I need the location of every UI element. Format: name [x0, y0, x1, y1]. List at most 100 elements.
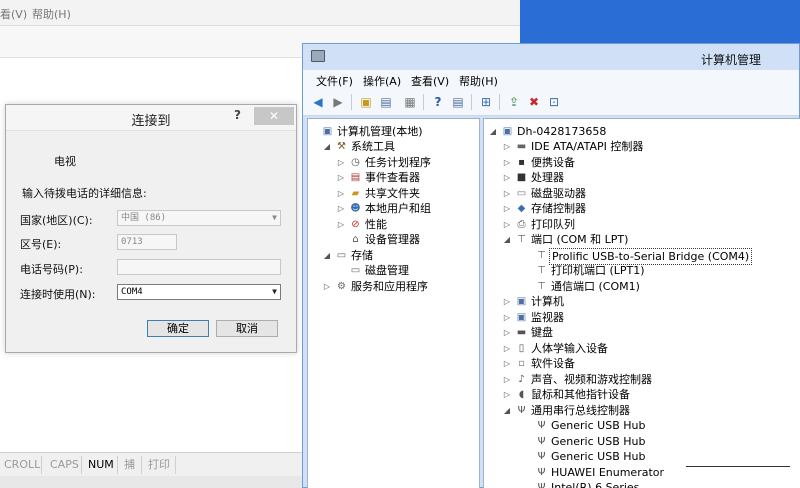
users-icon: ☻ [350, 203, 361, 214]
disk-icon: ▭ [350, 265, 361, 276]
keyboard-icon: ▬ [516, 327, 527, 338]
help-icon[interactable]: ? [429, 93, 447, 111]
usb-icon: Ψ [517, 405, 526, 416]
properties-icon[interactable]: ▦ [401, 93, 419, 111]
usb-icon: Ψ [537, 436, 546, 447]
up-folder-icon[interactable]: ▣ [357, 93, 375, 111]
menubar: 看(V) 帮助(H) [0, 0, 520, 26]
enable-device-icon[interactable]: ⊡ [545, 93, 563, 111]
port-icon: ⊤ [517, 234, 526, 245]
show-tree-icon[interactable]: ▤ [377, 93, 395, 111]
collapse-icon[interactable]: ◢ [322, 139, 332, 154]
collapse-icon[interactable]: ◢ [502, 232, 512, 247]
update-driver-icon[interactable]: ⇪ [505, 93, 523, 111]
expand-icon[interactable]: ▷ [336, 186, 346, 201]
country-select[interactable]: 中国 (86) ▼ [117, 210, 281, 226]
port-icon: ⊤ [537, 250, 546, 261]
close-button[interactable]: ✕ [254, 107, 294, 125]
expand-icon[interactable]: ▷ [502, 217, 512, 232]
area-code-value: 0713 [121, 237, 143, 247]
collapse-icon[interactable]: ◢ [502, 403, 512, 418]
port-icon: ⊤ [537, 281, 546, 292]
expand-icon[interactable]: ▷ [502, 186, 512, 201]
device-tree-pane: ◢ ▣ Dh-0428173658 ▷ ▬ IDE ATA/ATAPI 控制器 … [483, 118, 800, 488]
services-icon: ⚙ [337, 281, 346, 292]
expand-icon[interactable]: ▷ [336, 217, 346, 232]
status-num: NUM [84, 456, 118, 474]
expand-icon[interactable]: ▷ [322, 279, 332, 294]
status-capture: 捕 [120, 456, 142, 474]
toolbar-separator [351, 94, 352, 110]
collapse-icon[interactable]: ◢ [488, 124, 498, 139]
console-tree-icon[interactable]: ▤ [449, 93, 467, 111]
connect-using-select[interactable]: COM4 ▼ [117, 284, 281, 300]
expand-icon[interactable]: ▷ [502, 372, 512, 387]
cm-toolbar: ◀ ▶ ▣ ▤ ▦ ? ▤ ⊞ ⇪ ✖ ⊡ [303, 90, 799, 116]
expand-icon[interactable]: ▷ [502, 356, 512, 371]
status-scroll: CROLL [0, 456, 42, 474]
area-code-field[interactable]: 0713 [117, 234, 177, 250]
expand-icon[interactable]: ▷ [336, 201, 346, 216]
country-label: 国家(地区)(C): [20, 214, 93, 227]
expand-icon[interactable]: ▷ [502, 294, 512, 309]
software-icon: ▫ [518, 358, 525, 369]
console-tree-pane: ▣ 计算机管理(本地) ◢ ⚒ 系统工具 ▷ ◷ 任务计划程序 ▷ ▤ 事件查看… [307, 118, 480, 488]
status-caps: CAPS [46, 456, 82, 474]
tools-icon: ⚒ [337, 141, 346, 152]
collapse-icon[interactable]: ◢ [322, 248, 332, 263]
event-viewer-icon: ▤ [350, 172, 361, 183]
clock-icon: ◷ [351, 157, 360, 168]
ok-button[interactable]: 确定 [147, 320, 209, 337]
area-code-label: 区号(E): [20, 238, 62, 251]
expand-icon[interactable]: ▷ [502, 387, 512, 402]
watermark-line [686, 466, 790, 467]
toolbar-separator [471, 94, 472, 110]
shared-folder-icon: ▰ [351, 188, 360, 199]
status-print: 打印 [144, 456, 176, 474]
expand-icon[interactable]: ▷ [502, 201, 512, 216]
usb-icon: Ψ [537, 451, 546, 462]
uninstall-icon[interactable]: ✖ [525, 93, 543, 111]
cpu-icon: ■ [516, 172, 527, 183]
computer-management-window: 计算机管理 文件(F) 操作(A) 查看(V) 帮助(H) ◀ ▶ ▣ ▤ ▦ … [302, 43, 800, 488]
connect-dialog: 连接到 ? ✕ 电视 输入待拨电话的详细信息: 国家(地区)(C): 中国 (8… [5, 104, 297, 353]
expand-icon[interactable]: ▷ [502, 341, 512, 356]
performance-icon: ⊘ [351, 219, 360, 230]
expand-icon[interactable]: ▷ [502, 325, 512, 340]
dialog-title: 连接到 [131, 114, 171, 129]
storage-ctrl-icon: ◆ [517, 203, 526, 214]
menu-view[interactable]: 看(V) [0, 6, 27, 22]
expand-icon[interactable]: ▷ [336, 155, 346, 170]
toolbar-separator [499, 94, 500, 110]
portable-icon: ▪ [518, 157, 525, 168]
computer-icon: ▣ [502, 126, 513, 137]
expand-icon[interactable]: ▷ [502, 155, 512, 170]
scan-hardware-icon[interactable]: ⊞ [477, 93, 495, 111]
back-icon[interactable]: ◀ [309, 93, 327, 111]
menu-action[interactable]: 操作(A) [363, 73, 401, 89]
computer-management-icon [311, 50, 325, 62]
expand-icon[interactable]: ▷ [336, 170, 346, 185]
monitor-icon: ▣ [516, 312, 527, 323]
connect-using-value: COM4 [121, 287, 143, 297]
menu-view[interactable]: 查看(V) [411, 73, 449, 89]
usb-icon: Ψ [537, 420, 546, 431]
port-icon: ⊤ [537, 265, 546, 276]
usb-icon: Ψ [537, 482, 546, 488]
expand-icon[interactable]: ▷ [502, 170, 512, 185]
computer-mgmt-icon: ▣ [322, 126, 333, 137]
dialog-titlebar: 连接到 ? ✕ [6, 105, 296, 131]
menu-file[interactable]: 文件(F) [316, 73, 353, 89]
cm-titlebar: 计算机管理 [303, 44, 799, 70]
chevron-down-icon: ▼ [272, 213, 277, 222]
menu-help[interactable]: 帮助(H) [459, 73, 498, 89]
cancel-button[interactable]: 取消 [216, 320, 278, 337]
toolbar-separator [423, 94, 424, 110]
forward-icon[interactable]: ▶ [329, 93, 347, 111]
usb-icon: Ψ [537, 467, 546, 478]
help-icon[interactable]: ? [234, 108, 241, 122]
phone-field[interactable] [117, 259, 281, 275]
expand-icon[interactable]: ▷ [502, 310, 512, 325]
menu-help[interactable]: 帮助(H) [32, 6, 71, 22]
expand-icon[interactable]: ▷ [502, 139, 512, 154]
